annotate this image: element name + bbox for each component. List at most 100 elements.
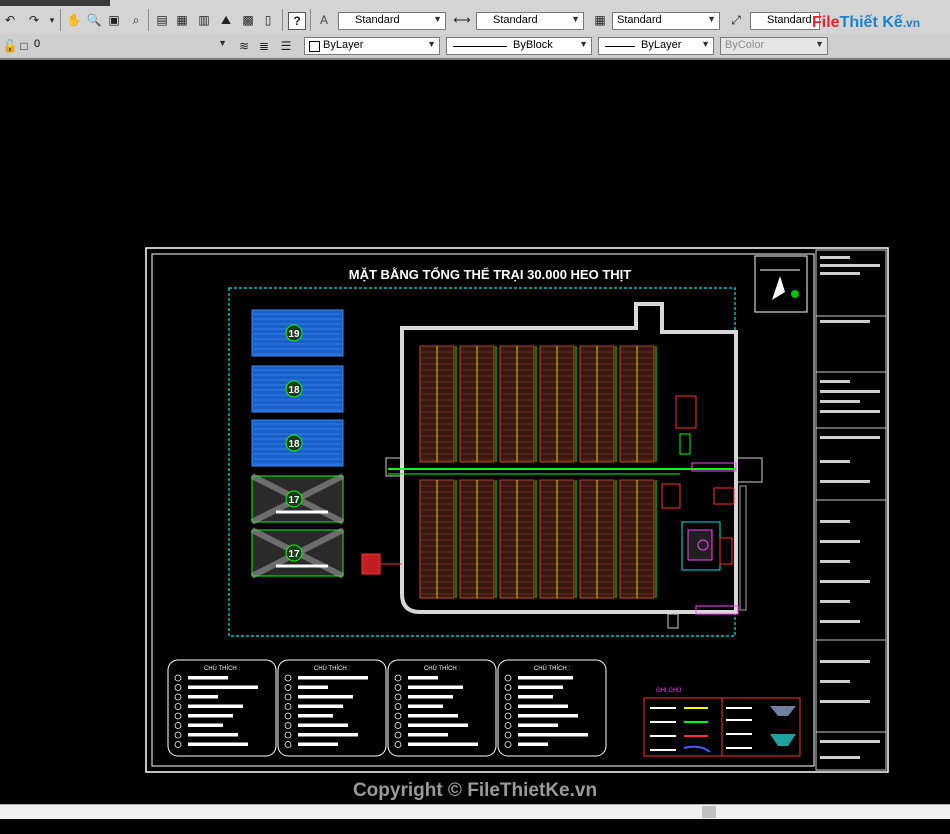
barn bbox=[459, 479, 497, 599]
title-block-text-lines bbox=[820, 256, 880, 759]
pan-icon[interactable]: ✋ bbox=[66, 12, 82, 28]
lineweight-select[interactable]: ByLayer ▼ bbox=[598, 37, 714, 55]
logo-part3: .vn bbox=[902, 16, 921, 30]
table-style-value: Standard bbox=[617, 14, 662, 26]
logo-part2: Thiết Kế bbox=[839, 14, 903, 31]
text-style-select[interactable]: Standard ▼ bbox=[338, 12, 446, 30]
legend-header: CHÚ THÍCH : bbox=[204, 665, 241, 672]
dim-style-value: Standard bbox=[493, 14, 538, 26]
make-current-icon[interactable]: ☰ bbox=[278, 38, 294, 54]
scrollbar-thumb[interactable] bbox=[702, 806, 716, 818]
multileader-style-value: Standard bbox=[767, 14, 812, 26]
legend-panels: CHÚ THÍCH : CHÚ THÍCH : CHÚ THÍCH : CHÚ THÍ… bbox=[167, 659, 607, 757]
chevron-down-icon: ▼ bbox=[427, 39, 436, 49]
notes-title: GHI CHÚ bbox=[656, 687, 681, 694]
building-block: 17 bbox=[250, 527, 345, 579]
chevron-down-icon: ▼ bbox=[815, 39, 824, 49]
linetype-select[interactable]: ByBlock ▼ bbox=[446, 37, 592, 55]
legend-header: CHÚ THÍCH : bbox=[314, 665, 351, 672]
notes-symbols bbox=[650, 706, 796, 753]
dropdown-arrow-icon[interactable]: ▾ bbox=[44, 12, 60, 28]
zoom-realtime-icon[interactable]: 🔍 bbox=[86, 12, 102, 28]
table-style-select[interactable]: Standard ▼ bbox=[612, 12, 720, 30]
barn bbox=[579, 479, 617, 599]
help-icon[interactable]: ? bbox=[288, 12, 306, 30]
building-number: 19 bbox=[288, 329, 300, 340]
barn bbox=[619, 479, 657, 599]
legend-header: CHÚ THÍCH : bbox=[534, 665, 571, 672]
markup-icon[interactable]: ▩ bbox=[240, 12, 256, 28]
legend-panel: CHÚ THÍCH : bbox=[277, 659, 387, 757]
building-number: 17 bbox=[288, 495, 300, 506]
barn bbox=[619, 345, 657, 463]
layer-value: 0 bbox=[34, 38, 41, 50]
legend-panel: CHÚ THÍCH : bbox=[497, 659, 607, 757]
table-style-icon: ▦ bbox=[594, 13, 606, 27]
zoom-previous-icon[interactable]: ⌕ bbox=[128, 12, 144, 28]
calculator-icon[interactable]: ▯ bbox=[260, 12, 276, 28]
color-value: ByLayer bbox=[323, 39, 364, 51]
building-block: 19 bbox=[251, 309, 344, 357]
barn bbox=[419, 479, 457, 599]
plotstyle-value: ByColor bbox=[725, 39, 765, 51]
building-number: 17 bbox=[288, 549, 300, 560]
gate-west bbox=[385, 457, 403, 477]
zoom-window-icon[interactable]: ▣ bbox=[106, 12, 122, 28]
layer-previous-icon[interactable]: ≋ bbox=[236, 38, 252, 54]
barn bbox=[539, 345, 577, 463]
chevron-down-icon: ▼ bbox=[579, 39, 588, 49]
undo-icon[interactable]: ↶ bbox=[2, 12, 18, 28]
barn bbox=[459, 345, 497, 463]
gate-east bbox=[735, 457, 763, 483]
toolbar-standard: ↶ ↷ ▾ ✋ 🔍 ▣ ⌕ ▤ ▦ ▥ ⛰ ▩ ▯ ? A Standard ▼ … bbox=[0, 0, 950, 35]
horizontal-scrollbar[interactable] bbox=[0, 804, 950, 819]
filethietke-logo: FileThiết Kế.vn bbox=[812, 14, 920, 32]
linetype-value: ByBlock bbox=[513, 39, 553, 51]
line-sample-icon bbox=[453, 46, 507, 47]
barn bbox=[499, 479, 537, 599]
layer-select[interactable]: 0 ▼ bbox=[0, 37, 230, 55]
building-number: 18 bbox=[288, 385, 300, 396]
layer-states-icon[interactable]: ≣ bbox=[256, 38, 272, 54]
building-number: 18 bbox=[288, 439, 300, 450]
drawing-tab[interactable] bbox=[0, 0, 110, 6]
legend-panel: CHÚ THÍCH : bbox=[167, 659, 277, 757]
text-style-icon: A bbox=[319, 13, 328, 27]
chevron-down-icon: ▼ bbox=[433, 14, 442, 24]
chevron-down-icon: ▼ bbox=[218, 38, 227, 48]
plotstyle-select: ByColor ▼ bbox=[720, 37, 828, 55]
barn bbox=[419, 345, 457, 463]
barn bbox=[539, 479, 577, 599]
barn bbox=[579, 345, 617, 463]
chevron-down-icon: ▼ bbox=[571, 14, 580, 24]
drawing-title: MẶT BẰNG TỔNG THỂ TRẠI 30.000 HEO THỊT bbox=[349, 267, 631, 282]
properties-icon[interactable]: ▤ bbox=[154, 12, 170, 28]
sheet-set-icon[interactable]: ⛰ bbox=[218, 12, 234, 28]
multileader-style-select[interactable]: Standard bbox=[750, 12, 820, 30]
barn-rows bbox=[419, 345, 657, 599]
building-block: 17 bbox=[250, 473, 345, 525]
barn bbox=[499, 345, 537, 463]
building-block: 18 bbox=[251, 365, 344, 413]
left-buildings: 19 18 18 17 17 bbox=[250, 309, 345, 579]
design-center-icon[interactable]: ▦ bbox=[174, 12, 190, 28]
redo-icon[interactable]: ↷ bbox=[26, 12, 42, 28]
dim-style-icon: ⟷ bbox=[453, 13, 471, 27]
toolbar-layers: 🔓 □ 0 ▼ ≋ ≣ ☰ ByLayer ▼ ByBlock ▼ ByLayer ▼ … bbox=[0, 34, 950, 60]
building-block: 18 bbox=[251, 419, 344, 467]
drawing-canvas[interactable]: MẶT BẰNG TỔNG THỂ TRẠI 30.000 HEO THỊT 1… bbox=[0, 60, 950, 804]
tool-palettes-icon[interactable]: ▥ bbox=[196, 12, 212, 28]
text-style-value: Standard bbox=[355, 14, 400, 26]
copyright-watermark: Copyright © FileThietKe.vn bbox=[352, 780, 598, 801]
legend-header: CHÚ THÍCH : bbox=[424, 665, 461, 672]
chevron-down-icon: ▼ bbox=[707, 14, 716, 24]
title-block bbox=[815, 249, 887, 771]
color-swatch-icon bbox=[309, 41, 320, 52]
lineweight-value: ByLayer bbox=[641, 39, 682, 51]
chevron-down-icon: ▼ bbox=[701, 39, 710, 49]
north-arrow-icon bbox=[760, 269, 800, 300]
dim-style-select[interactable]: Standard ▼ bbox=[476, 12, 584, 30]
multileader-style-icon: ⤢ bbox=[731, 12, 741, 27]
legend-panel: CHÚ THÍCH : bbox=[387, 659, 497, 757]
color-select[interactable]: ByLayer ▼ bbox=[304, 37, 440, 55]
